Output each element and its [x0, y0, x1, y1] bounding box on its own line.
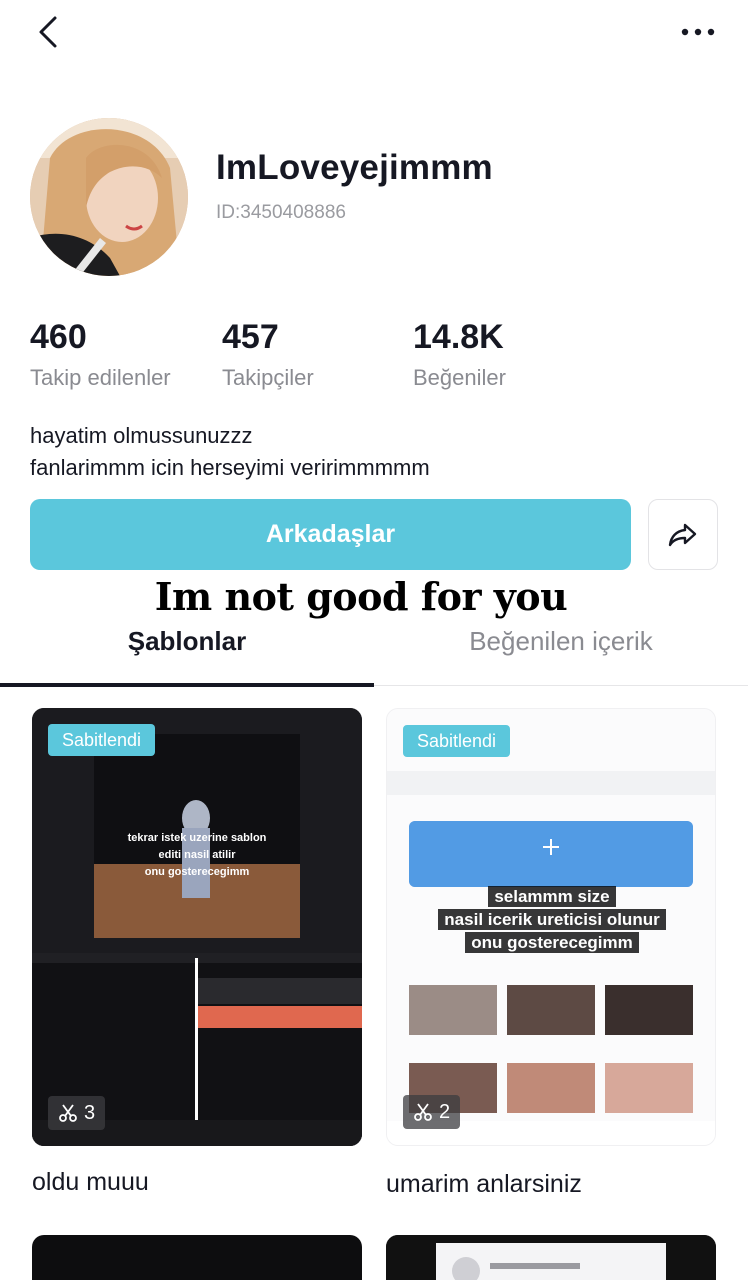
template-thumbnail	[386, 1235, 716, 1280]
user-id: ID:3450408886	[216, 202, 346, 223]
pinned-badge: Sabitlendi	[403, 725, 511, 757]
followers-label: Takipçiler	[222, 365, 314, 390]
followers-count: 457	[222, 318, 279, 356]
video-caption: onu gosterecegimm	[465, 932, 639, 953]
template-card[interactable]: selammm size nasil icerik ureticisi olun…	[386, 708, 716, 1146]
overlay-sticker-text: Im not good for you	[154, 574, 568, 619]
profile-tabs: Şablonlar Beğenilen içerik	[0, 620, 748, 687]
template-card[interactable]	[386, 1235, 716, 1280]
video-caption: onu gosterecegimm	[144, 866, 250, 878]
more-options-button[interactable]	[676, 14, 720, 50]
likes-stat[interactable]: 14.8K Beğeniler	[413, 318, 506, 391]
profile-stats: 460 Takip edilenler 457 Takipçiler 14.8K…	[0, 318, 748, 398]
share-button[interactable]	[648, 499, 718, 570]
bio: hayatim olmussunuzzz fanlarimmm icin her…	[30, 420, 430, 484]
scissors-icon	[414, 1103, 432, 1121]
pinned-badge: Sabitlendi	[48, 724, 156, 756]
clip-count: 3	[48, 1096, 106, 1130]
clip-count: 2	[403, 1095, 461, 1129]
back-button[interactable]	[30, 12, 66, 52]
scissors-icon	[59, 1104, 77, 1122]
template-thumbnail	[32, 708, 362, 1146]
template-title[interactable]: oldu muuu	[32, 1168, 149, 1197]
clip-count-value: 2	[439, 1100, 451, 1123]
username: ImLoveyejimmm	[216, 148, 493, 187]
template-card[interactable]: tekrar istek uzerine sablon editi nasil …	[32, 708, 362, 1146]
top-bar	[0, 0, 748, 70]
following-label: Takip edilenler	[30, 365, 171, 390]
video-caption: nasil icerik ureticisi olunur	[438, 909, 666, 930]
bio-line: hayatim olmussunuzzz	[30, 423, 253, 448]
following-stat[interactable]: 460 Takip edilenler	[30, 318, 171, 391]
share-arrow-icon	[668, 523, 697, 546]
video-caption: editi nasil atilir	[158, 849, 236, 861]
chevron-left-icon	[39, 16, 57, 48]
friends-button[interactable]: Arkadaşlar	[30, 499, 631, 570]
followers-stat[interactable]: 457 Takipçiler	[222, 318, 314, 391]
bio-line: fanlarimmm icin herseyimi veririmmmmm	[30, 455, 430, 480]
likes-count: 14.8K	[413, 318, 504, 356]
template-title[interactable]: umarim anlarsiniz	[386, 1170, 582, 1199]
video-caption: selammm size	[488, 886, 616, 907]
template-card[interactable]	[32, 1235, 362, 1280]
video-caption: tekrar istek uzerine sablon	[127, 832, 267, 844]
more-horizontal-icon	[681, 28, 715, 36]
likes-label: Beğeniler	[413, 365, 506, 390]
clip-count-value: 3	[84, 1101, 96, 1124]
avatar[interactable]	[30, 118, 188, 276]
tab-templates[interactable]: Şablonlar	[0, 620, 374, 687]
tab-liked-content[interactable]: Beğenilen içerik	[374, 620, 748, 686]
following-count: 460	[30, 318, 87, 356]
